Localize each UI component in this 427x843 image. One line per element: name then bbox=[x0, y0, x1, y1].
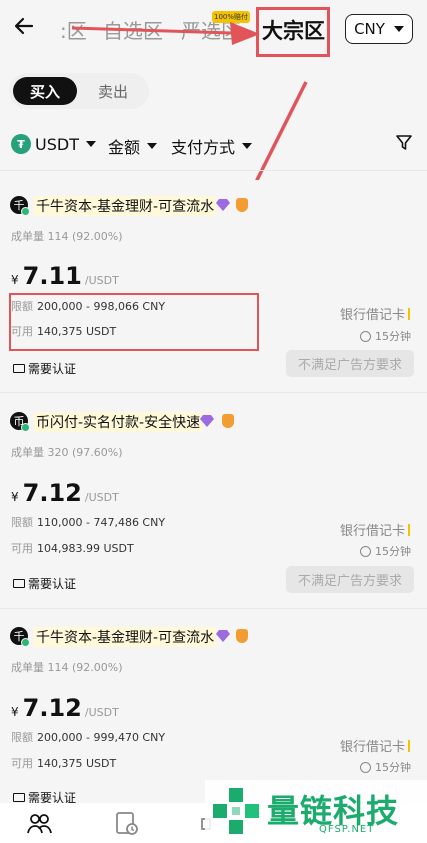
merchant-name[interactable]: 千牛资本-基金理财-可查流水 bbox=[34, 196, 217, 216]
pay-time: 15分钟 bbox=[360, 328, 411, 344]
coin-label: USDT bbox=[35, 134, 79, 154]
ad-card[interactable]: 币 币闪付-实名付款-安全快速 成单量 320 (97.60%) ¥7.12/U… bbox=[0, 395, 427, 605]
clock-icon bbox=[360, 761, 371, 773]
diamond-icon bbox=[200, 415, 214, 427]
online-dot bbox=[21, 638, 30, 647]
ad-card[interactable]: 千 千牛资本-基金理财-可查流水 成单量 114 (92.00%) ¥7.12/… bbox=[0, 612, 427, 805]
order-stats: 成单量 320 (97.60%) bbox=[11, 446, 123, 459]
clock-icon bbox=[360, 330, 371, 342]
divider bbox=[0, 170, 427, 171]
payment-method: 银行借记卡 bbox=[340, 520, 410, 539]
shield-badge-icon bbox=[222, 414, 234, 428]
filter-bar: ₮ USDT 金额 支付方式 bbox=[0, 128, 427, 162]
available-row: 可用 104,983.99 USDT bbox=[11, 542, 134, 555]
shield-badge-icon bbox=[236, 629, 248, 643]
action-button[interactable]: 不满足广告方要求 bbox=[286, 566, 414, 593]
caret-down-icon bbox=[242, 143, 253, 149]
id-card-icon bbox=[13, 364, 25, 373]
limit-row: 限额 110,000 - 747,486 CNY bbox=[11, 516, 166, 529]
merchant-name[interactable]: 千牛资本-基金理财-可查流水 bbox=[34, 627, 217, 647]
price: ¥7.12/USDT bbox=[11, 694, 119, 722]
divider bbox=[0, 392, 427, 393]
buy-tab[interactable]: 买入 bbox=[13, 77, 77, 105]
avatar: 千 bbox=[10, 196, 30, 216]
available-row: 可用 140,375 USDT bbox=[11, 757, 117, 770]
caret-down-icon bbox=[147, 143, 158, 149]
orders-icon[interactable] bbox=[114, 811, 140, 837]
funnel-icon[interactable] bbox=[395, 134, 413, 152]
avatar: 千 bbox=[10, 627, 30, 647]
annotation-box bbox=[9, 293, 259, 351]
clock-icon bbox=[360, 545, 371, 557]
verify-required: 需要认证 bbox=[13, 575, 76, 592]
pay-time: 15分钟 bbox=[360, 543, 411, 559]
users-icon[interactable] bbox=[26, 811, 52, 837]
logo-icon bbox=[213, 788, 259, 834]
online-dot bbox=[21, 207, 30, 216]
ad-card[interactable]: 千 千牛资本-基金理财-可查流水 成单量 114 (92.00%) ¥7.11/… bbox=[0, 180, 427, 390]
online-dot bbox=[21, 423, 30, 432]
verify-required: 需要认证 bbox=[13, 360, 76, 377]
watermark: 量链科技 QFSP.NET bbox=[205, 780, 427, 843]
watermark-url: QFSP.NET bbox=[319, 824, 375, 835]
diamond-icon bbox=[216, 199, 230, 211]
shield-badge-icon bbox=[236, 198, 248, 212]
price: ¥7.11/USDT bbox=[11, 262, 119, 290]
order-stats: 成单量 114 (92.00%) bbox=[11, 230, 123, 243]
pay-time: 15分钟 bbox=[360, 759, 411, 775]
payment-filter[interactable]: 支付方式 bbox=[171, 134, 253, 158]
diamond-icon bbox=[216, 630, 230, 642]
id-card-icon bbox=[13, 793, 25, 802]
coin-filter[interactable]: ₮ USDT bbox=[11, 134, 96, 154]
merchant-name[interactable]: 币闪付-实名付款-安全快速 bbox=[34, 412, 203, 432]
id-card-icon bbox=[13, 579, 25, 588]
caret-down-icon bbox=[85, 141, 96, 147]
limit-row: 限额 200,000 - 999,470 CNY bbox=[11, 731, 166, 744]
tether-icon: ₮ bbox=[11, 134, 31, 154]
payment-method: 银行借记卡 bbox=[340, 304, 410, 323]
amount-label: 金额 bbox=[108, 138, 141, 157]
action-button[interactable]: 不满足广告方要求 bbox=[286, 350, 414, 377]
price: ¥7.12/USDT bbox=[11, 479, 119, 507]
order-stats: 成单量 114 (92.00%) bbox=[11, 661, 123, 674]
avatar: 币 bbox=[10, 412, 30, 432]
amount-filter[interactable]: 金额 bbox=[108, 134, 158, 158]
payment-label: 支付方式 bbox=[171, 138, 236, 157]
sell-tab[interactable]: 卖出 bbox=[83, 77, 143, 105]
payment-method: 银行借记卡 bbox=[340, 736, 410, 755]
trade-toggle: 买入 卖出 bbox=[9, 73, 149, 109]
divider bbox=[0, 608, 427, 609]
